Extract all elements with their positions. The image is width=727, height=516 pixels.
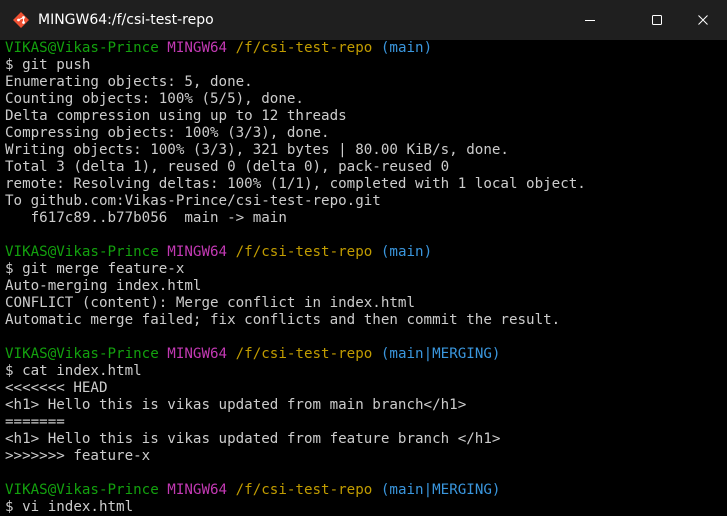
- prompt-path: /f/csi-test-repo: [235, 40, 373, 56]
- output-line: Writing objects: 100% (3/3), 321 bytes |…: [5, 142, 509, 158]
- output-line: $ cat index.html: [5, 363, 142, 379]
- output-line: Delta compression using up to 12 threads: [5, 108, 347, 124]
- output-line: <h1> Hello this is vikas updated from fe…: [5, 431, 501, 447]
- prompt-line: VIKAS@Vikas-Prince MINGW64 /f/csi-test-r…: [5, 244, 586, 261]
- prompt-environment: MINGW64: [167, 346, 228, 362]
- close-icon: [697, 14, 709, 26]
- output-line: CONFLICT (content): Merge conflict in in…: [5, 295, 415, 311]
- output-line: Total 3 (delta 1), reused 0 (delta 0), p…: [5, 159, 450, 175]
- output-line: =======: [5, 414, 65, 430]
- window-title: MINGW64:/f/csi-test-repo: [38, 12, 214, 28]
- maximize-button[interactable]: [634, 0, 680, 40]
- output-line: Enumerating objects: 5, done.: [5, 74, 253, 90]
- output-line: $ git merge feature-x: [5, 261, 185, 277]
- terminal-lines: VIKAS@Vikas-Prince MINGW64 /f/csi-test-r…: [5, 40, 586, 516]
- prompt-path: /f/csi-test-repo: [235, 482, 373, 498]
- prompt-branch: (main|MERGING): [380, 346, 501, 362]
- prompt-line: VIKAS@Vikas-Prince MINGW64 /f/csi-test-r…: [5, 482, 586, 499]
- prompt-user-host: VIKAS@Vikas-Prince: [5, 244, 159, 260]
- output-line: $ git push: [5, 57, 91, 73]
- prompt-environment: MINGW64: [167, 482, 228, 498]
- output-line: <h1> Hello this is vikas updated from ma…: [5, 397, 467, 413]
- prompt-line: VIKAS@Vikas-Prince MINGW64 /f/csi-test-r…: [5, 346, 586, 363]
- output-line: $ vi index.html: [5, 499, 134, 515]
- prompt-path: /f/csi-test-repo: [235, 346, 373, 362]
- prompt-user-host: VIKAS@Vikas-Prince: [5, 482, 159, 498]
- output-line: f617c89..b77b056 main -> main: [5, 210, 287, 226]
- output-line: Auto-merging index.html: [5, 278, 202, 294]
- title-bar[interactable]: MINGW64:/f/csi-test-repo: [0, 0, 727, 40]
- git-bash-icon: [12, 11, 30, 29]
- prompt-branch: (main): [380, 244, 433, 260]
- maximize-icon: [651, 14, 663, 26]
- prompt-line: VIKAS@Vikas-Prince MINGW64 /f/csi-test-r…: [5, 40, 586, 57]
- output-line: >>>>>>> feature-x: [5, 448, 151, 464]
- minimize-button[interactable]: [567, 0, 613, 40]
- output-line: Counting objects: 100% (5/5), done.: [5, 91, 304, 107]
- output-line: Compressing objects: 100% (3/3), done.: [5, 125, 330, 141]
- terminal-output[interactable]: VIKAS@Vikas-Prince MINGW64 /f/csi-test-r…: [0, 40, 727, 516]
- prompt-environment: MINGW64: [167, 244, 228, 260]
- output-line: To github.com:Vikas-Prince/csi-test-repo…: [5, 193, 381, 209]
- close-button[interactable]: [680, 0, 726, 40]
- prompt-branch: (main): [380, 40, 433, 56]
- prompt-user-host: VIKAS@Vikas-Prince: [5, 346, 159, 362]
- output-line: <<<<<<< HEAD: [5, 380, 108, 396]
- prompt-user-host: VIKAS@Vikas-Prince: [5, 40, 159, 56]
- prompt-environment: MINGW64: [167, 40, 228, 56]
- prompt-path: /f/csi-test-repo: [235, 244, 373, 260]
- prompt-branch: (main|MERGING): [380, 482, 501, 498]
- output-line: remote: Resolving deltas: 100% (1/1), co…: [5, 176, 586, 192]
- output-line: Automatic merge failed; fix conflicts an…: [5, 312, 561, 328]
- minimize-icon: [584, 14, 596, 26]
- terminal-window: MINGW64:/f/csi-test-repo VIKAS@Vikas-Pri…: [0, 0, 727, 516]
